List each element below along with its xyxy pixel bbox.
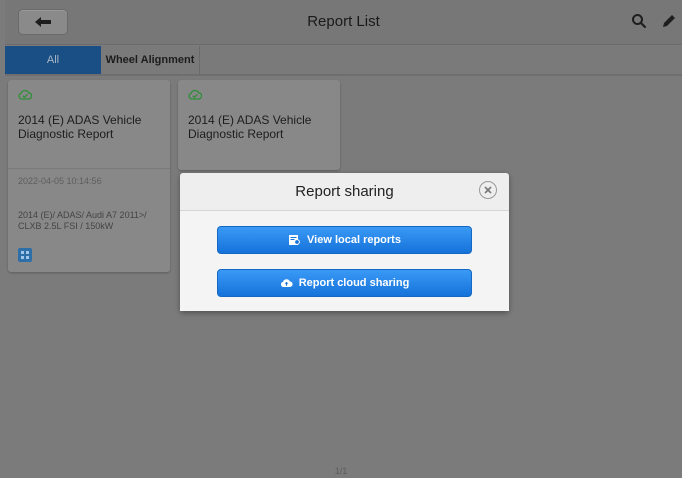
search-icon	[632, 14, 647, 29]
page-indicator: 1/1	[334, 466, 348, 476]
view-local-reports-button[interactable]: View local reports	[217, 226, 472, 254]
check-cloud-icon	[188, 89, 202, 100]
report-cloud-sharing-button[interactable]: Report cloud sharing	[217, 269, 472, 297]
dialog-body: View local reports Report cloud sharing	[180, 211, 509, 311]
tab-all[interactable]: All	[5, 46, 101, 74]
close-icon	[484, 186, 492, 194]
back-button[interactable]	[18, 9, 68, 35]
report-cloud-sharing-label: Report cloud sharing	[298, 277, 410, 289]
cloud-upload-icon	[280, 279, 293, 287]
report-title: 2014 (E) ADAS Vehicle Diagnostic Report	[18, 113, 142, 141]
tab-wheel-alignment[interactable]: Wheel Alignment	[101, 46, 200, 74]
view-local-reports-label: View local reports	[307, 234, 401, 246]
report-sharing-dialog: Report sharing View local reports Report…	[180, 173, 509, 311]
report-card[interactable]: 2014 (E) ADAS Vehicle Diagnostic Report	[178, 80, 340, 170]
report-title: 2014 (E) ADAS Vehicle Diagnostic Report	[188, 113, 312, 141]
report-list-screen: Report List All Wheel Alignment 2014 (E)…	[0, 0, 682, 478]
card-divider	[8, 168, 170, 169]
pencil-icon	[663, 15, 675, 27]
vehicle-info: 2014 (E)/ ADAS/ Audi A7 2011>/ CLXB 2.5L…	[18, 210, 147, 231]
report-date: 2022-04-05 10:14:56	[18, 176, 102, 186]
back-arrow-icon	[35, 17, 51, 27]
close-button[interactable]	[479, 181, 497, 199]
report-card[interactable]: 2014 (E) ADAS Vehicle Diagnostic Report …	[8, 80, 170, 272]
search-button[interactable]	[630, 12, 648, 30]
dialog-title: Report sharing	[180, 173, 509, 211]
tab-bar: All Wheel Alignment	[5, 46, 682, 76]
page-title: Report List	[307, 13, 380, 30]
check-cloud-icon	[18, 89, 32, 100]
edit-button[interactable]	[660, 12, 678, 30]
local-report-icon	[289, 235, 300, 245]
top-bar: Report List	[5, 0, 682, 45]
adas-badge-icon	[18, 248, 32, 262]
